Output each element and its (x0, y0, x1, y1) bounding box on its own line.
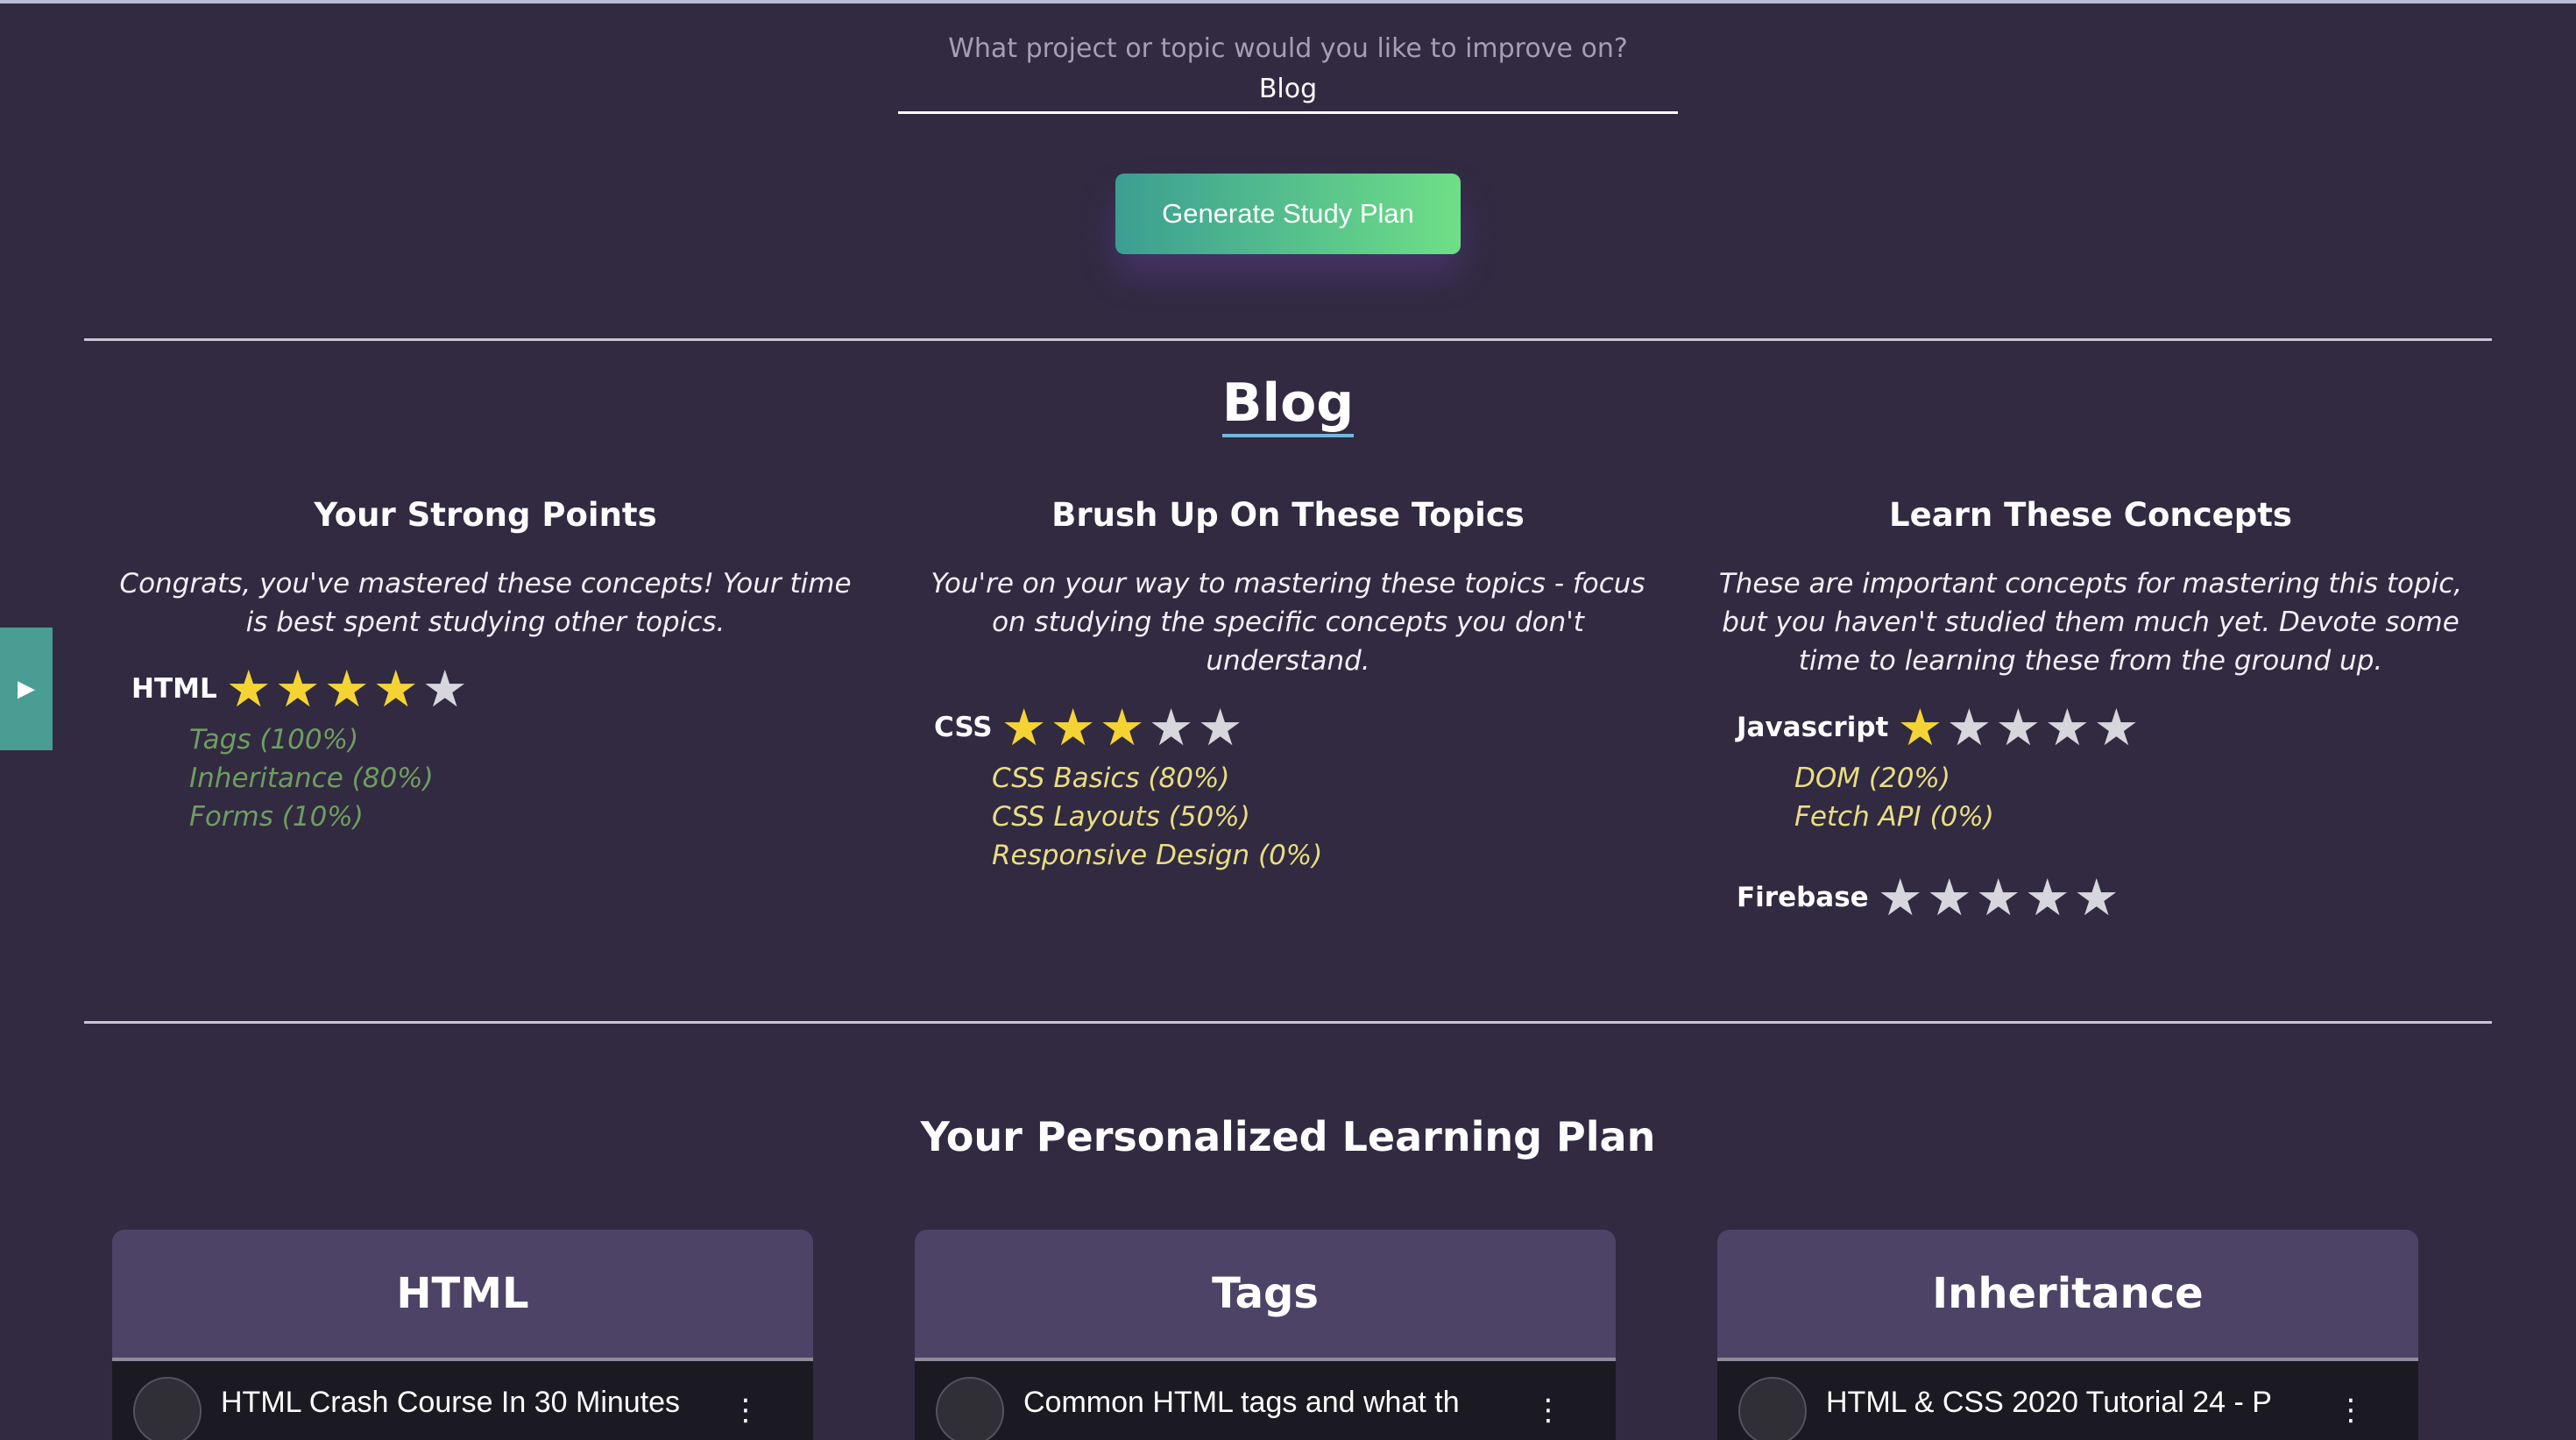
skill-name: Firebase (1737, 882, 1869, 913)
skill-firebase: Firebase ★ ★ ★ ★ ★ (1737, 871, 2476, 924)
side-drawer-toggle[interactable]: ▶ (0, 628, 53, 750)
skill-row: CSS ★ ★ ★ ★ ★ (934, 701, 1674, 754)
skill-name: HTML (131, 673, 217, 705)
skill-html: HTML ★ ★ ★ ★ ★ Tags (100%) Inheritance (80%)… (131, 663, 871, 836)
star-filled-icon: ★ (1099, 698, 1145, 757)
divider-bottom (84, 1021, 2492, 1024)
plan-card-inheritance: Inheritance HTML & CSS 2020 Tutorial 24 … (1717, 1230, 2418, 1440)
plan-card-html: HTML HTML Crash Course In 30 Minutes ⋮ (112, 1230, 813, 1440)
concept-item: Fetch API (0%) (1794, 801, 1994, 833)
star-filled-icon: ★ (1897, 698, 1943, 757)
star-filled-icon: ★ (274, 659, 321, 719)
skill-row: HTML ★ ★ ★ ★ ★ (131, 663, 871, 715)
star-empty-icon: ★ (1148, 698, 1194, 757)
brush-up-description: You're on your way to mastering these to… (931, 568, 1645, 677)
star-rating: ★ ★ ★ ★ ★ (1895, 701, 2141, 754)
star-empty-icon: ★ (1995, 698, 2042, 757)
brush-up-title: Brush Up On These Topics (1051, 496, 1525, 534)
strong-points-title: Your Strong Points (314, 496, 657, 534)
top-border (0, 0, 2576, 4)
concept-item: Tags (100%) (189, 724, 359, 755)
star-rating: ★ ★ ★ ★ ★ (1000, 701, 1245, 754)
more-options-icon[interactable]: ⋮ (731, 1393, 761, 1428)
video-title[interactable]: HTML Crash Course In 30 Minutes (221, 1386, 680, 1420)
learning-plan-title: Your Personalized Learning Plan (920, 1113, 1656, 1160)
star-filled-icon: ★ (372, 659, 419, 719)
concept-item: Inheritance (80%) (189, 763, 434, 794)
search-prompt: What project or topic would you like to … (948, 33, 1628, 64)
search-input[interactable] (898, 70, 1678, 114)
video-title[interactable]: Common HTML tags and what th (1023, 1386, 1460, 1420)
video-embed[interactable]: Common HTML tags and what th ⋮ (915, 1361, 1616, 1440)
star-filled-icon: ★ (1001, 698, 1047, 757)
concept-item: DOM (20%) (1794, 763, 1950, 794)
star-empty-icon: ★ (1975, 868, 2021, 927)
learn-column: Learn These Concepts These are important… (1705, 491, 2476, 924)
star-empty-icon: ★ (2024, 868, 2070, 927)
skill-row: Firebase ★ ★ ★ ★ ★ (1737, 871, 2476, 924)
plan-card-tags: Tags Common HTML tags and what th ⋮ (915, 1230, 1616, 1440)
skill-name: CSS (934, 712, 993, 743)
play-triangle-icon: ▶ (18, 676, 35, 702)
star-empty-icon: ★ (2044, 698, 2091, 757)
channel-avatar (133, 1377, 202, 1440)
generate-study-plan-button[interactable]: Generate Study Plan (1115, 174, 1461, 254)
card-title: Tags (915, 1230, 1616, 1361)
video-embed[interactable]: HTML & CSS 2020 Tutorial 24 - P ⋮ (1717, 1361, 2418, 1440)
star-filled-icon: ★ (225, 659, 272, 719)
concept-list: DOM (20%) Fetch API (0%) (1794, 759, 2476, 836)
concept-item: CSS Layouts (50%) (992, 801, 1250, 833)
star-empty-icon: ★ (2073, 868, 2120, 927)
video-embed[interactable]: HTML Crash Course In 30 Minutes ⋮ (112, 1361, 813, 1440)
star-empty-icon: ★ (1926, 868, 1972, 927)
skill-css: CSS ★ ★ ★ ★ ★ CSS Basics (80%) CSS Layouts (… (934, 701, 1674, 875)
concept-item: Responsive Design (0%) (992, 840, 1323, 871)
topic-title-text: Blog (1221, 372, 1355, 437)
star-empty-icon: ★ (1197, 698, 1243, 757)
strong-points-description: Congrats, you've mastered these concepts… (119, 568, 852, 638)
concept-list: Tags (100%) Inheritance (80%) Forms (10%… (189, 720, 871, 836)
card-title: Inheritance (1717, 1230, 2418, 1361)
star-rating: ★ ★ ★ ★ ★ (1876, 871, 2121, 924)
star-empty-icon: ★ (1877, 868, 1923, 927)
star-empty-icon: ★ (421, 659, 468, 719)
concept-list: CSS Basics (80%) CSS Layouts (50%) Respo… (992, 759, 1674, 875)
star-filled-icon: ★ (1050, 698, 1096, 757)
concept-item: CSS Basics (80%) (992, 763, 1230, 794)
skill-row: Javascript ★ ★ ★ ★ ★ (1737, 701, 2476, 754)
video-title[interactable]: HTML & CSS 2020 Tutorial 24 - P (1826, 1386, 2272, 1420)
strong-points-column: Your Strong Points Congrats, you've mast… (100, 491, 871, 836)
channel-avatar (1738, 1377, 1807, 1440)
star-rating: ★ ★ ★ ★ ★ (224, 663, 470, 715)
concept-item: Forms (10%) (189, 801, 364, 833)
search-section: What project or topic would you like to … (898, 30, 1678, 114)
learn-description: These are important concepts for masteri… (1718, 568, 2463, 677)
more-options-icon[interactable]: ⋮ (1533, 1393, 1563, 1428)
more-options-icon[interactable]: ⋮ (2336, 1393, 2366, 1428)
divider-top (84, 338, 2492, 341)
card-title: HTML (112, 1230, 813, 1361)
star-filled-icon: ★ (323, 659, 370, 719)
star-empty-icon: ★ (1946, 698, 1992, 757)
skill-javascript: Javascript ★ ★ ★ ★ ★ DOM (20%) Fetch API (0%… (1737, 701, 2476, 836)
skill-name: Javascript (1737, 712, 1889, 743)
learn-title: Learn These Concepts (1889, 496, 2292, 534)
topic-title: Blog (0, 368, 2576, 438)
star-empty-icon: ★ (2093, 698, 2140, 757)
brush-up-column: Brush Up On These Topics You're on your … (902, 491, 1674, 875)
channel-avatar (936, 1377, 1004, 1440)
